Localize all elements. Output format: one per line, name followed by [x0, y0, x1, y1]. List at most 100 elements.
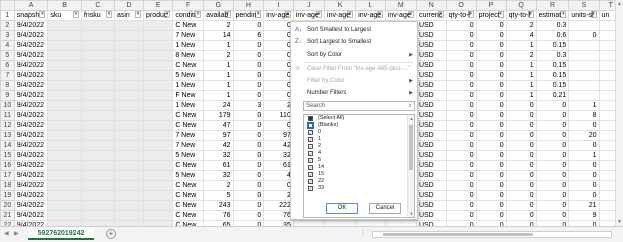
select-all-corner[interactable] — [0, 0, 15, 11]
cell[interactable] — [568, 50, 600, 61]
col-header[interactable]: M — [384, 0, 417, 11]
cell[interactable] — [80, 80, 115, 91]
scroll-thumb[interactable] — [409, 125, 413, 170]
cell[interactable] — [113, 110, 145, 121]
cell[interactable]: USD — [415, 140, 447, 151]
row-number[interactable]: 1 — [0, 10, 15, 21]
cell[interactable] — [113, 130, 145, 141]
list-item[interactable]: (Select All) — [304, 115, 414, 122]
cell[interactable]: USD — [415, 60, 447, 71]
cell[interactable]: 1 — [203, 70, 234, 81]
cell[interactable]: 9 — [568, 210, 600, 221]
cell[interactable]: C New — [172, 60, 205, 71]
header-cell[interactable]: ▾ fnsku — [80, 10, 115, 21]
row-number[interactable]: 12 — [0, 120, 15, 131]
row-number[interactable]: 19 — [0, 190, 15, 201]
cell[interactable]: 0.21 — [535, 90, 570, 101]
header-cell[interactable]: ▾ conditi — [172, 10, 205, 21]
row-number[interactable]: 3 — [0, 30, 15, 41]
cell[interactable]: USD — [415, 180, 447, 191]
cell[interactable]: 0 — [505, 200, 537, 211]
cell[interactable]: 8 New — [172, 50, 205, 61]
row-number[interactable]: 9 — [0, 90, 15, 101]
cell[interactable]: 0 — [475, 90, 507, 101]
cell[interactable] — [568, 20, 600, 31]
cell[interactable] — [568, 70, 600, 81]
cell[interactable]: 42 — [263, 140, 294, 151]
header-cell[interactable]: ▾ inv-age — [292, 10, 326, 21]
cell[interactable]: 0 — [475, 50, 507, 61]
filter-dropdown-icon[interactable]: ▾ — [105, 11, 112, 18]
cell[interactable]: 9/4/2022 — [13, 70, 49, 81]
cell[interactable]: 0 — [535, 130, 570, 141]
cell[interactable]: 0 — [568, 190, 600, 201]
cell[interactable]: USD — [415, 80, 447, 91]
cell[interactable]: 0 — [232, 50, 265, 61]
cell[interactable]: 0 — [475, 120, 507, 131]
checkbox[interactable]: ✓ — [308, 137, 313, 142]
checkbox[interactable]: ✓ — [308, 144, 313, 149]
header-cell[interactable]: ▾ asin — [113, 10, 145, 21]
cell[interactable] — [113, 100, 145, 111]
cell[interactable]: 0 — [568, 160, 600, 171]
cell[interactable] — [80, 210, 115, 221]
cell[interactable]: 0 — [475, 140, 507, 151]
cell[interactable]: 9/4/2022 — [13, 180, 49, 191]
cell[interactable] — [80, 160, 115, 171]
list-item[interactable]: ✓ 14 — [304, 164, 414, 171]
cell[interactable]: 0 — [445, 130, 477, 141]
cell[interactable]: 9/4/2022 — [13, 60, 49, 71]
cell[interactable]: 5 — [203, 190, 234, 201]
cell[interactable]: 21 — [568, 200, 600, 211]
cell[interactable]: USD — [415, 130, 447, 141]
cell[interactable]: 0 — [568, 120, 600, 131]
header-cell[interactable]: ▾ inv-age — [263, 10, 294, 21]
col-header[interactable]: L — [355, 0, 386, 11]
cell[interactable] — [143, 200, 174, 211]
sort-by-color-item[interactable]: Sort by Color ▶ — [291, 50, 419, 61]
cell[interactable]: USD — [415, 120, 447, 131]
sheet-tab[interactable]: 592762019242 — [28, 227, 94, 240]
cell[interactable]: 0 — [568, 140, 600, 151]
vertical-scrollbar[interactable]: ▲ ▼ — [615, 0, 623, 226]
col-header[interactable]: R — [535, 0, 570, 11]
cell[interactable]: 0 — [232, 90, 265, 101]
cell[interactable] — [113, 160, 145, 171]
cell[interactable]: 0 — [445, 20, 477, 31]
cell[interactable]: 0 — [232, 130, 265, 141]
header-cell[interactable]: ▾ units-sl — [568, 10, 600, 21]
checkbox[interactable]: ✓ — [308, 130, 313, 135]
clear-filter-item[interactable]: ⊘ Clear Filter From "inv-age-365-plus-..… — [291, 64, 419, 75]
cell[interactable] — [143, 140, 174, 151]
checkbox[interactable]: ✓ — [308, 179, 313, 184]
cell[interactable]: 2 — [505, 20, 537, 31]
row-number[interactable]: 14 — [0, 140, 15, 151]
cell[interactable]: 0 — [475, 200, 507, 211]
scroll-up-icon[interactable]: ▲ — [617, 1, 622, 7]
col-header[interactable]: D — [113, 0, 145, 11]
cell[interactable]: 9/4/2022 — [13, 50, 49, 61]
cell[interactable]: 0 — [445, 160, 477, 171]
cell[interactable]: 0 — [445, 190, 477, 201]
cell[interactable]: 1 — [505, 90, 537, 101]
cell[interactable] — [80, 130, 115, 141]
cell[interactable]: 0 — [475, 190, 507, 201]
cell[interactable]: 0 — [475, 70, 507, 81]
cell[interactable]: 76 — [203, 210, 234, 221]
row-number[interactable]: 10 — [0, 100, 15, 111]
filter-dropdown-icon[interactable]: ▾ — [39, 11, 46, 18]
cell[interactable]: USD — [415, 50, 447, 61]
cell[interactable]: 0 — [505, 130, 537, 141]
cell[interactable]: 9/4/2022 — [13, 200, 49, 211]
cell[interactable] — [80, 40, 115, 51]
cell[interactable] — [80, 140, 115, 151]
cell[interactable] — [143, 170, 174, 181]
cell[interactable]: 0 — [263, 60, 294, 71]
cell[interactable] — [47, 40, 82, 51]
cell[interactable]: 0 — [505, 120, 537, 131]
header-cell[interactable]: ▾ currenc — [415, 10, 447, 21]
cell[interactable]: 0 — [475, 150, 507, 161]
filter-dropdown-icon[interactable]: ▾ — [135, 11, 142, 18]
row-number[interactable]: 11 — [0, 110, 15, 121]
cell[interactable]: 0 — [232, 110, 265, 121]
